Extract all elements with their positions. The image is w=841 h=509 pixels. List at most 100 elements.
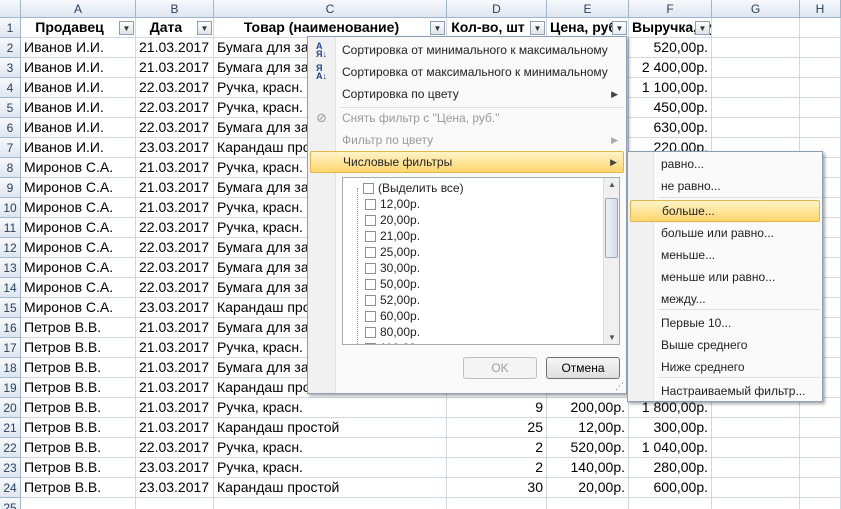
number-filter-item[interactable]: больше... bbox=[630, 200, 820, 222]
select-all-corner[interactable] bbox=[0, 0, 21, 18]
table-cell[interactable]: Иванов И.И. bbox=[21, 78, 136, 98]
row-header[interactable]: 22 bbox=[0, 438, 21, 458]
table-cell[interactable]: 30 bbox=[447, 478, 547, 498]
number-filter-item[interactable]: Первые 10... bbox=[630, 312, 820, 334]
filter-value-checkbox[interactable]: 80,00р. bbox=[365, 324, 420, 340]
empty-cell[interactable] bbox=[547, 498, 629, 509]
table-cell[interactable]: Петров В.В. bbox=[21, 378, 136, 398]
table-cell[interactable]: Миронов С.А. bbox=[21, 198, 136, 218]
table-cell[interactable]: Иванов И.И. bbox=[21, 38, 136, 58]
table-cell[interactable]: Ручка, красн. bbox=[214, 398, 447, 418]
table-cell[interactable]: 140,00р. bbox=[547, 458, 629, 478]
filter-value-checkbox[interactable]: 21,00р. bbox=[365, 228, 420, 244]
row-header[interactable]: 9 bbox=[0, 178, 21, 198]
table-cell[interactable]: Карандаш простой bbox=[214, 418, 447, 438]
number-filter-item[interactable]: больше или равно... bbox=[630, 222, 820, 244]
filter-dropdown-button[interactable]: ▼ bbox=[197, 21, 212, 35]
sort-ascending-item[interactable]: А Я↓ Сортировка от минимального к максима… bbox=[310, 39, 624, 61]
table-cell[interactable]: 1 040,00р. bbox=[629, 438, 712, 458]
table-cell[interactable]: 9 bbox=[447, 398, 547, 418]
table-cell[interactable]: Петров В.В. bbox=[21, 478, 136, 498]
table-cell[interactable]: Миронов С.А. bbox=[21, 158, 136, 178]
empty-cell[interactable] bbox=[712, 118, 800, 138]
row-header[interactable]: 1 bbox=[0, 18, 21, 38]
empty-cell[interactable] bbox=[712, 418, 800, 438]
row-header[interactable]: 8 bbox=[0, 158, 21, 178]
table-cell[interactable]: 22.03.2017 bbox=[136, 98, 214, 118]
table-cell[interactable]: 12,00р. bbox=[547, 418, 629, 438]
table-cell[interactable]: 23.03.2017 bbox=[136, 298, 214, 318]
table-cell[interactable]: Петров В.В. bbox=[21, 358, 136, 378]
row-header[interactable]: 12 bbox=[0, 238, 21, 258]
table-cell[interactable]: 21.03.2017 bbox=[136, 378, 214, 398]
row-header[interactable]: 3 bbox=[0, 58, 21, 78]
filter-values-list[interactable]: (Выделить все) ▲ ▼ 12,00р. 20,00р. 21,00р.… bbox=[342, 177, 620, 345]
row-header[interactable]: 15 bbox=[0, 298, 21, 318]
table-cell[interactable]: Петров В.В. bbox=[21, 438, 136, 458]
table-cell[interactable]: 22.03.2017 bbox=[136, 238, 214, 258]
filter-dropdown-button[interactable]: ▼ bbox=[612, 21, 627, 35]
table-cell[interactable]: 22.03.2017 bbox=[136, 218, 214, 238]
number-filter-item[interactable]: Настраиваемый фильтр... bbox=[630, 380, 820, 402]
filter-value-checkbox[interactable]: 110,00р. bbox=[365, 340, 426, 344]
row-header[interactable]: 23 bbox=[0, 458, 21, 478]
sort-descending-item[interactable]: Я А↓ Сортировка от максимального к минима… bbox=[310, 61, 624, 83]
empty-cell[interactable] bbox=[800, 418, 841, 438]
ok-button[interactable]: OK bbox=[463, 357, 537, 379]
table-cell[interactable]: Иванов И.И. bbox=[21, 118, 136, 138]
empty-cell[interactable] bbox=[136, 498, 214, 509]
table-cell[interactable]: Миронов С.А. bbox=[21, 178, 136, 198]
empty-cell[interactable] bbox=[712, 18, 800, 38]
table-cell[interactable]: 23.03.2017 bbox=[136, 478, 214, 498]
list-vertical-scrollbar[interactable]: ▲ ▼ bbox=[603, 178, 619, 344]
table-cell[interactable]: 21.03.2017 bbox=[136, 318, 214, 338]
column-header-e[interactable]: E bbox=[547, 0, 629, 18]
row-header[interactable]: 21 bbox=[0, 418, 21, 438]
table-cell[interactable]: 21.03.2017 bbox=[136, 58, 214, 78]
filter-value-checkbox[interactable]: 25,00р. bbox=[365, 244, 420, 260]
cancel-button[interactable]: Отмена bbox=[546, 357, 620, 379]
table-cell[interactable]: 450,00р. bbox=[629, 98, 712, 118]
filter-value-checkbox[interactable]: 52,00р. bbox=[365, 292, 420, 308]
filter-dropdown-button[interactable]: ▼ bbox=[530, 21, 545, 35]
scroll-up-icon[interactable]: ▲ bbox=[608, 180, 616, 189]
sort-by-color-item[interactable]: Сортировка по цвету ▶ bbox=[310, 83, 624, 105]
table-cell[interactable]: 20,00р. bbox=[547, 478, 629, 498]
table-cell[interactable]: 21.03.2017 bbox=[136, 398, 214, 418]
empty-cell[interactable] bbox=[712, 38, 800, 58]
table-cell[interactable]: 25 bbox=[447, 418, 547, 438]
number-filter-item[interactable]: меньше... bbox=[630, 244, 820, 266]
filter-dropdown-button[interactable]: ▼ bbox=[695, 21, 710, 35]
number-filter-item[interactable]: меньше или равно... bbox=[630, 266, 820, 288]
number-filter-item[interactable]: между... bbox=[630, 288, 820, 310]
scroll-thumb[interactable] bbox=[605, 198, 618, 258]
empty-cell[interactable] bbox=[800, 438, 841, 458]
empty-cell[interactable] bbox=[712, 78, 800, 98]
empty-cell[interactable] bbox=[800, 498, 841, 509]
row-header[interactable]: 20 bbox=[0, 398, 21, 418]
table-cell[interactable]: Иванов И.И. bbox=[21, 138, 136, 158]
table-cell[interactable]: Ручка, красн. bbox=[214, 438, 447, 458]
table-cell[interactable]: Иванов И.И. bbox=[21, 58, 136, 78]
empty-cell[interactable] bbox=[800, 18, 841, 38]
table-cell[interactable]: Миронов С.А. bbox=[21, 278, 136, 298]
empty-cell[interactable] bbox=[800, 58, 841, 78]
empty-cell[interactable] bbox=[800, 78, 841, 98]
number-filters-item[interactable]: Числовые фильтры ▶ bbox=[310, 151, 624, 173]
row-header[interactable]: 4 bbox=[0, 78, 21, 98]
table-cell[interactable]: Петров В.В. bbox=[21, 318, 136, 338]
column-header-h[interactable]: H bbox=[800, 0, 841, 18]
row-header[interactable]: 11 bbox=[0, 218, 21, 238]
table-cell[interactable]: 21.03.2017 bbox=[136, 358, 214, 378]
row-header[interactable]: 16 bbox=[0, 318, 21, 338]
table-header-cell[interactable]: Товар (наименование) bbox=[214, 18, 447, 38]
column-header-b[interactable]: B bbox=[136, 0, 214, 18]
empty-cell[interactable] bbox=[447, 498, 547, 509]
empty-cell[interactable] bbox=[712, 98, 800, 118]
table-cell[interactable]: 22.03.2017 bbox=[136, 438, 214, 458]
table-cell[interactable]: 22.03.2017 bbox=[136, 78, 214, 98]
table-cell[interactable]: Миронов С.А. bbox=[21, 258, 136, 278]
empty-cell[interactable] bbox=[712, 58, 800, 78]
empty-cell[interactable] bbox=[712, 458, 800, 478]
number-filter-item[interactable]: Ниже среднего bbox=[630, 356, 820, 378]
